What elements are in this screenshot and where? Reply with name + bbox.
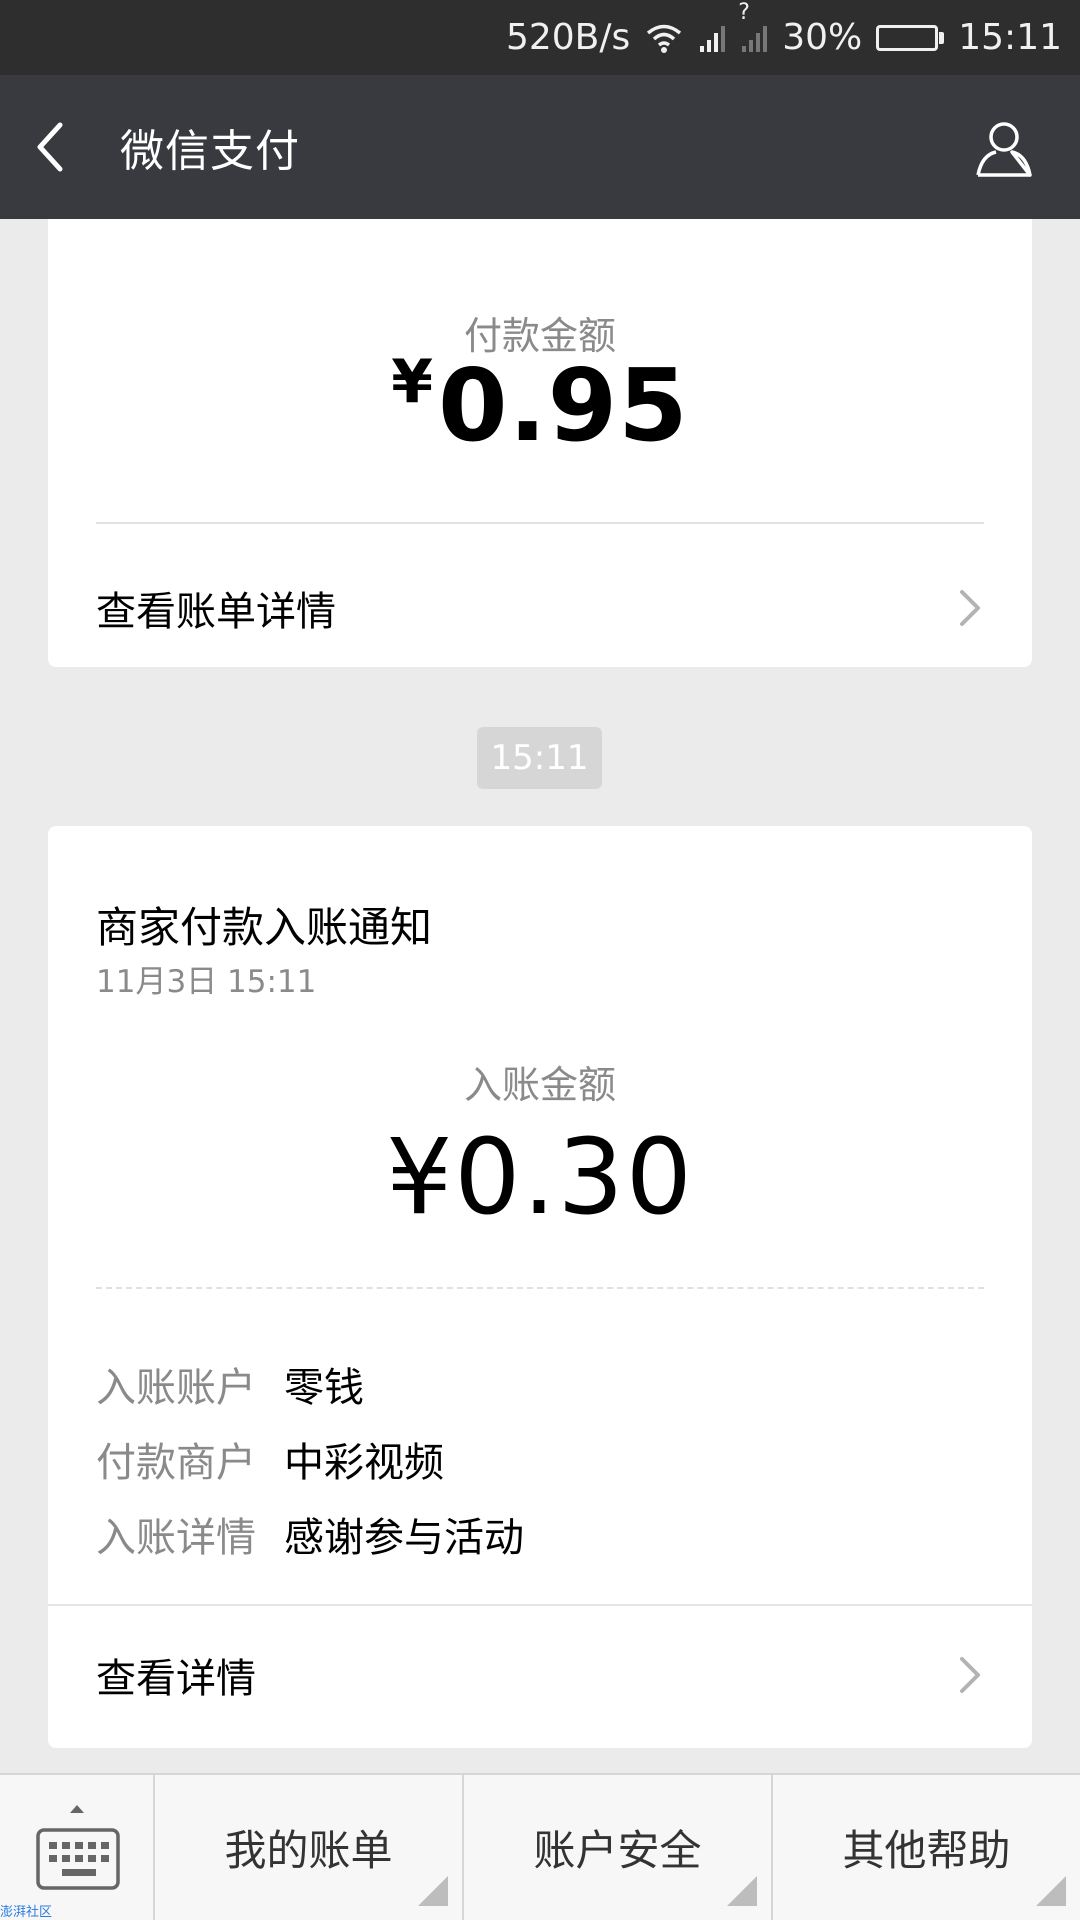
back-arrow-icon [37, 122, 63, 172]
bottom-menu: 澎湃社区 我的账单 账户安全 其他帮助 [0, 1773, 1080, 1920]
dashed-divider [96, 1287, 984, 1289]
sim-unknown-mark: ? [738, 0, 750, 25]
battery-icon [876, 24, 945, 51]
credited-amount-label: 入账金额 [463, 1063, 616, 1107]
menu-account-security-label: 账户安全 [533, 1826, 702, 1875]
merchant-payment-notice-card: 商家付款入账通知 11月3日 15:11 入账金额 ¥0.30 入账账户 零钱 … [48, 826, 1032, 1748]
signal-icon [698, 22, 726, 54]
credited-amount: ¥0.30 [386, 1116, 694, 1238]
detail-value: 感谢参与活动 [284, 1514, 524, 1561]
currency-symbol: ¥ [391, 347, 434, 417]
notice-date: 11月3日 15:11 [96, 964, 317, 1000]
network-speed: 520B/s [505, 17, 631, 58]
submenu-indicator-icon [727, 1876, 757, 1906]
profile-button[interactable] [972, 117, 1036, 181]
detail-value: 零钱 [284, 1364, 364, 1411]
menu-my-bills[interactable]: 我的账单 [155, 1775, 464, 1920]
detail-key: 入账账户 [96, 1364, 256, 1411]
view-details-row[interactable]: 查看详情 [96, 1616, 984, 1734]
divider [96, 522, 984, 524]
menu-other-help-label: 其他帮助 [842, 1826, 1011, 1875]
chevron-right-icon [960, 1657, 980, 1693]
view-details-label: 查看详情 [96, 1656, 256, 1702]
submenu-indicator-icon [418, 1876, 448, 1906]
clock: 15:11 [958, 17, 1062, 58]
back-button[interactable] [0, 75, 100, 219]
divider [48, 1604, 1032, 1606]
watermark: 澎湃社区 [0, 1905, 53, 1920]
menu-other-help[interactable]: 其他帮助 [773, 1775, 1080, 1920]
detail-value: 中彩视频 [284, 1439, 444, 1486]
menu-account-security[interactable]: 账户安全 [464, 1775, 773, 1920]
detail-key: 入账详情 [96, 1514, 256, 1561]
status-bar: 520B/s ? 30% 15:11 [0, 0, 1080, 75]
message-timestamp: 15:11 [477, 727, 602, 789]
keyboard-toggle-button[interactable]: 澎湃社区 [0, 1775, 155, 1920]
detail-row: 付款商户 中彩视频 [96, 1421, 524, 1496]
detail-key: 付款商户 [96, 1439, 256, 1486]
menu-my-bills-label: 我的账单 [224, 1826, 393, 1875]
payment-amount-value: 0.95 [438, 347, 689, 464]
view-bill-details-row[interactable]: 查看账单详情 [96, 549, 984, 667]
detail-list: 入账账户 零钱 付款商户 中彩视频 入账详情 感谢参与活动 [96, 1346, 524, 1571]
title-bar: 微信支付 [0, 75, 1080, 219]
view-bill-details-label: 查看账单详情 [96, 589, 336, 635]
page-title: 微信支付 [120, 126, 300, 177]
user-icon [976, 122, 1032, 177]
keyboard-icon [36, 1805, 120, 1890]
notice-title: 商家付款入账通知 [96, 903, 433, 952]
battery-percent: 30% [782, 17, 863, 58]
signal-unknown-icon: ? [738, 0, 768, 54]
chevron-right-icon [960, 590, 980, 626]
wifi-icon [644, 22, 684, 54]
detail-row: 入账详情 感谢参与活动 [96, 1496, 524, 1571]
payment-card: 付款金额 ¥0.95 查看账单详情 [48, 219, 1032, 667]
payment-amount: ¥0.95 [48, 347, 1032, 464]
submenu-indicator-icon [1036, 1876, 1066, 1906]
detail-row: 入账账户 零钱 [96, 1346, 524, 1421]
